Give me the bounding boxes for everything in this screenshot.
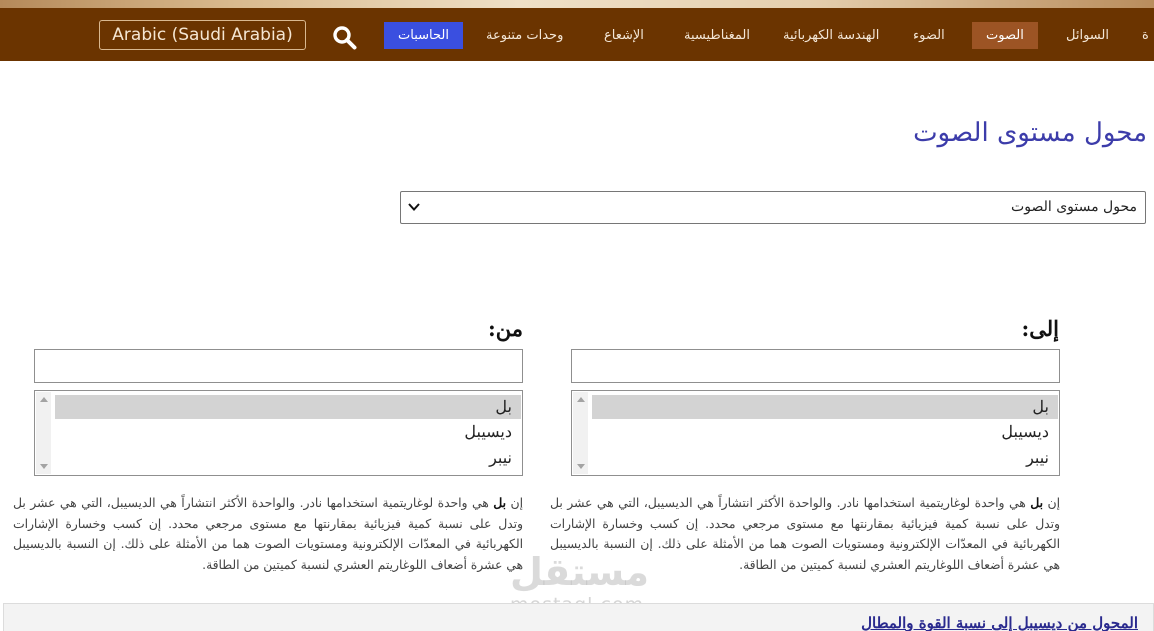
to-unit-option-bel[interactable]: بل [592, 395, 1058, 419]
search-icon[interactable] [332, 25, 358, 51]
description-body: هي واحدة لوغاريتمية استخدامها نادر. والو… [13, 496, 523, 572]
converter-select[interactable]: محول مستوى الصوت [400, 191, 1146, 224]
nav-item-truncated[interactable]: ة [1142, 22, 1149, 49]
nav-item-magnetism[interactable]: المغناطيسية [684, 22, 750, 49]
to-value-input[interactable] [571, 349, 1060, 383]
to-unit-list-scrollbar[interactable] [573, 392, 588, 474]
scroll-up-icon[interactable] [577, 397, 585, 402]
from-unit-list-scrollbar[interactable] [36, 392, 51, 474]
description-body: هي واحدة لوغاريتمية استخدامها نادر. والو… [550, 496, 1060, 572]
to-label: إلى: [1021, 316, 1060, 341]
nav-item-sound[interactable]: الصوت [972, 22, 1038, 49]
scroll-up-icon[interactable] [40, 397, 48, 402]
from-label: من: [488, 316, 523, 341]
related-converters-box: المحول من ديسيبل إلى نسبة القوة والمطال [3, 603, 1154, 631]
from-unit-option-bel[interactable]: بل [55, 395, 521, 419]
description-prefix: إن [1043, 496, 1060, 510]
nav-item-radiation[interactable]: الإشعاع [604, 22, 644, 49]
from-unit-description: إن بل هي واحدة لوغاريتمية استخدامها نادر… [13, 493, 523, 575]
nav-item-light[interactable]: الضوء [913, 22, 945, 49]
to-unit-option-neper[interactable]: نيبر [592, 446, 1058, 470]
page-title: محول مستوى الصوت [913, 118, 1147, 148]
from-unit-list[interactable]: بل ديسيبل نيبر [34, 390, 523, 476]
nav-item-electrical-engineering[interactable]: الهندسة الكهربائية [783, 22, 879, 49]
description-prefix: إن [506, 496, 523, 510]
scroll-down-icon[interactable] [577, 464, 585, 469]
converter-select-value: محول مستوى الصوت [1011, 199, 1137, 215]
from-unit-option-decibel[interactable]: ديسيبل [55, 420, 521, 444]
from-value-input[interactable] [34, 349, 523, 383]
to-unit-description: إن بل هي واحدة لوغاريتمية استخدامها نادر… [550, 493, 1060, 575]
nav-item-calculators[interactable]: الحاسبات [384, 22, 463, 49]
to-unit-list[interactable]: بل ديسيبل نيبر [571, 390, 1060, 476]
top-navbar: Arabic (Saudi Arabia) الحاسبات وحدات متن… [0, 8, 1154, 61]
related-converter-link[interactable]: المحول من ديسيبل إلى نسبة القوة والمطال [861, 614, 1138, 631]
description-term: بل [1030, 495, 1044, 510]
nav-item-fluids[interactable]: السوائل [1066, 22, 1109, 49]
from-unit-option-neper[interactable]: نيبر [55, 446, 521, 470]
scroll-down-icon[interactable] [40, 464, 48, 469]
top-decorative-strip [0, 0, 1154, 8]
to-unit-option-decibel[interactable]: ديسيبل [592, 420, 1058, 444]
chevron-down-icon [408, 203, 420, 211]
language-button[interactable]: Arabic (Saudi Arabia) [99, 20, 306, 50]
description-term: بل [493, 495, 507, 510]
nav-item-misc-units[interactable]: وحدات متنوعة [486, 22, 563, 49]
